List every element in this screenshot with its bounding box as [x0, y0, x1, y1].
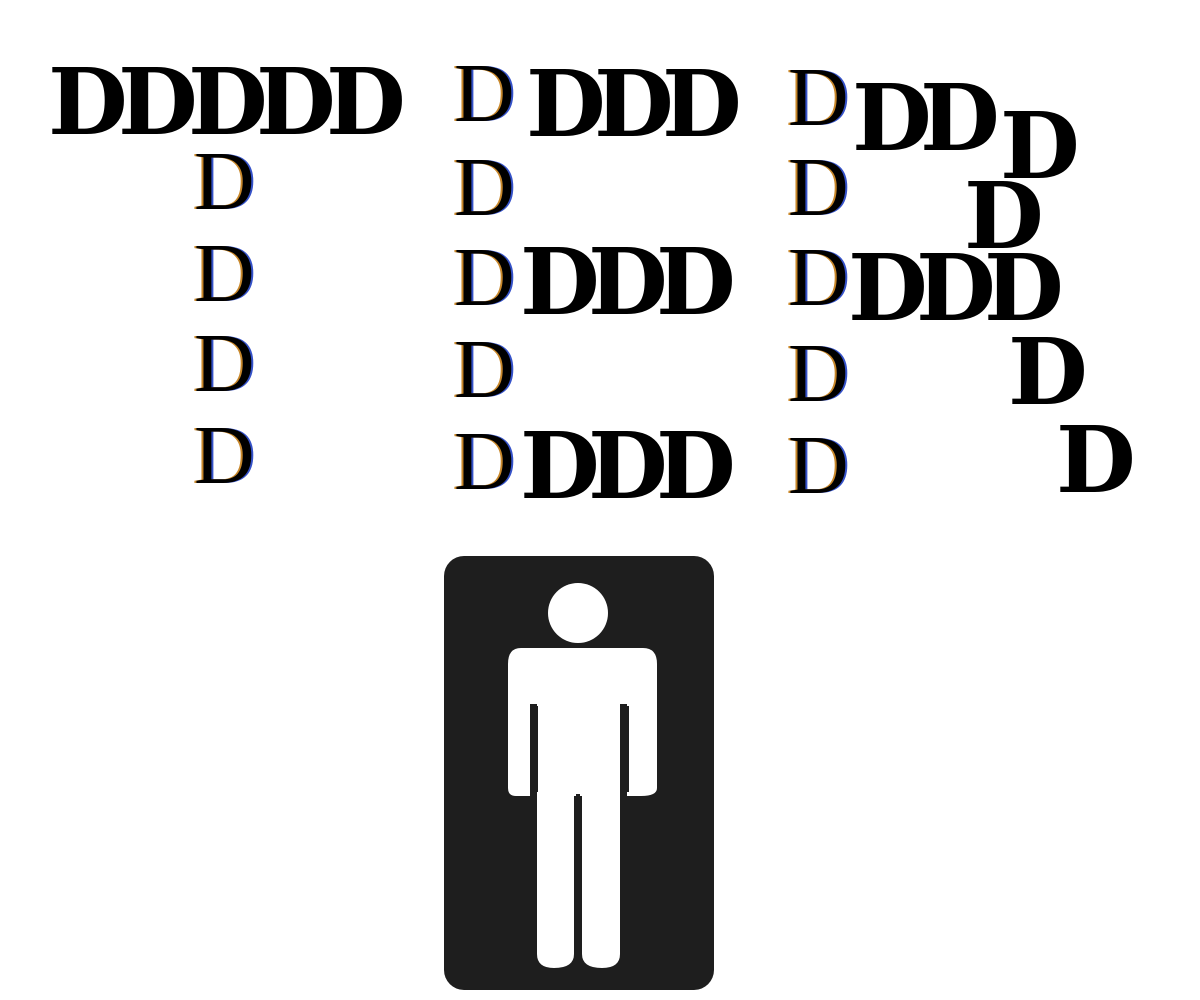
- glyph-d: D: [656, 412, 736, 520]
- glyph-d: D: [454, 323, 515, 416]
- glyph-d: D: [194, 317, 255, 410]
- glyph-d: D: [454, 231, 515, 324]
- glyph-d: D: [920, 64, 1000, 172]
- glyph-d: D: [454, 141, 515, 234]
- canvas: D D D D D D D D D D D D D D D D D D D D …: [0, 0, 1200, 1000]
- glyph-d: D: [118, 48, 198, 156]
- glyph-d: D: [194, 135, 255, 228]
- glyph-d: D: [326, 48, 406, 156]
- glyph-d: D: [194, 227, 255, 320]
- glyph-d: D: [788, 327, 849, 420]
- glyph-d: D: [454, 47, 515, 140]
- person-icon: [444, 556, 714, 990]
- glyph-d: D: [788, 231, 849, 324]
- glyph-d: D: [48, 48, 128, 156]
- glyph-d: D: [788, 51, 849, 144]
- glyph-d: D: [256, 48, 336, 156]
- glyph-d: D: [454, 415, 515, 508]
- glyph-d: D: [1056, 406, 1136, 514]
- glyph-d: D: [788, 141, 849, 234]
- glyph-d: D: [662, 50, 742, 158]
- glyph-d: D: [194, 409, 255, 502]
- glyph-d: D: [788, 419, 849, 512]
- glyph-d: D: [1008, 318, 1088, 426]
- glyph-d: D: [656, 228, 736, 336]
